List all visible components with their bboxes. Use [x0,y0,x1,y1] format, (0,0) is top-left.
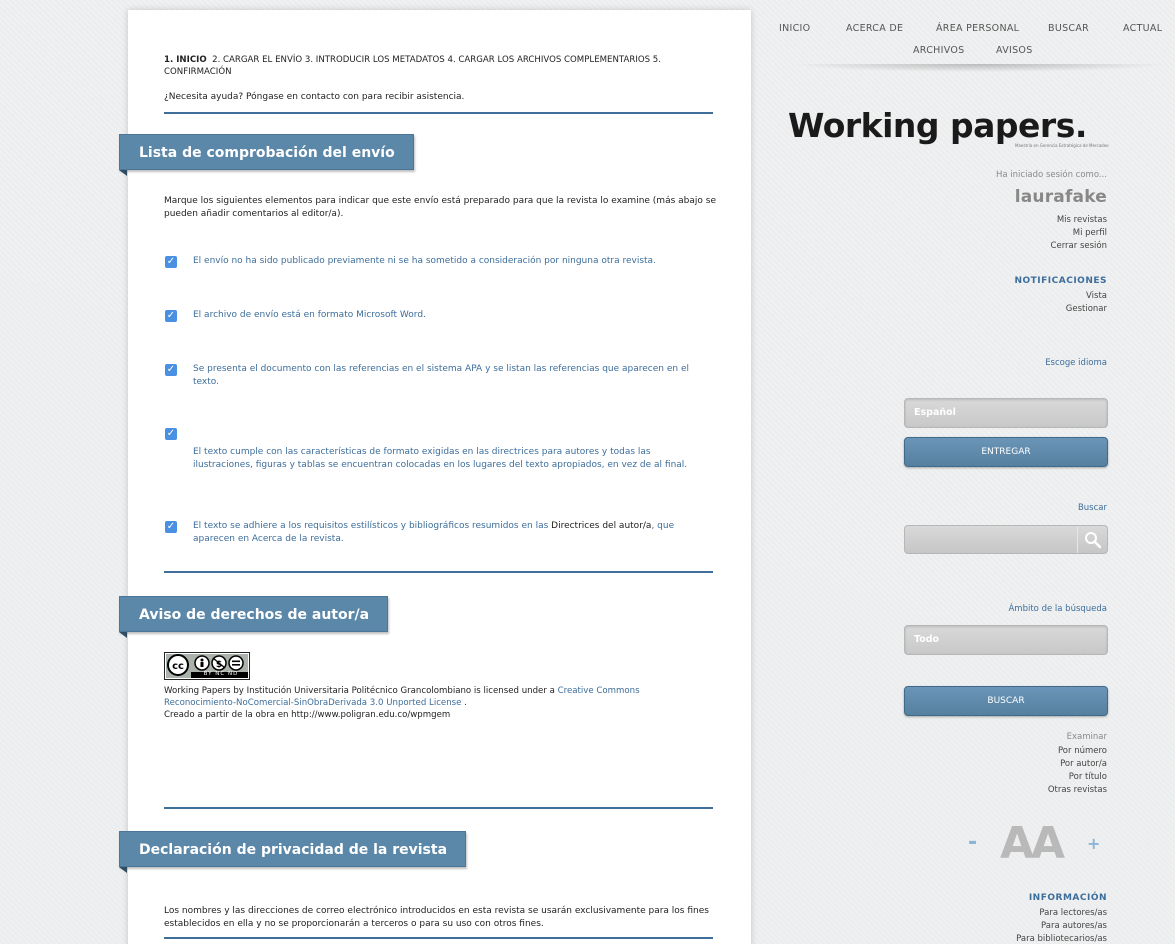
language-select[interactable]: Español [904,398,1108,428]
search-input[interactable] [904,525,1108,554]
nav-acerca[interactable]: ACERCA DE [846,23,903,34]
cc-badge-label: BY NC ND [203,671,239,677]
search-icon[interactable] [1077,526,1107,553]
language-submit-button[interactable]: ENTREGAR [904,437,1108,467]
author-guidelines-link[interactable]: Directrices del autor/a [551,521,651,531]
link-mis-revistas[interactable]: Mis revistas [1057,215,1107,225]
link-por-autor[interactable]: Por autor/a [1060,759,1107,769]
svg-text:cc: cc [172,661,184,672]
link-mi-perfil[interactable]: Mi perfil [1073,228,1107,238]
checklist-item-text: El texto cumple con las características … [193,447,688,470]
copyright-heading: Aviso de derechos de autor/a [119,596,389,638]
submission-steps: 1. INICIO 2. CARGAR EL ENVÍO 3. INTRODUC… [164,54,684,78]
checklist-heading: Lista de comprobación del envío [119,134,414,176]
journal-logo[interactable]: Working papers. [788,106,1087,145]
checklist-item-text: El texto se adhiere a los requisitos est… [193,521,675,544]
search-scope-select[interactable]: Todo [904,625,1108,655]
privacy-text: Los nombres y las direcciones de correo … [164,906,709,929]
checkbox-checked[interactable]: ✓ [165,428,177,440]
language-label: Escoge idioma [1045,358,1107,368]
link-cerrar-sesion[interactable]: Cerrar sesión [1051,241,1107,251]
divider [164,807,713,809]
divider [164,571,713,573]
link-notificaciones-vista[interactable]: Vista [1086,291,1107,301]
notifications-title: NOTIFICACIONES [1014,276,1107,286]
browse-title: Examinar [1066,732,1107,742]
link-para-autores[interactable]: Para autores/as [1041,921,1107,931]
checklist-item-text: El archivo de envío está en formato Micr… [193,310,426,320]
journal-logo-subtitle: Maestría en Gerencia Estratégica de Merc… [1015,143,1109,148]
font-decrease-button[interactable]: - [968,830,977,855]
step-current[interactable]: 1. INICIO [164,55,207,65]
font-size-icon: AA [1000,818,1065,869]
font-increase-button[interactable]: + [1087,834,1100,853]
license-name-link[interactable]: Reconocimiento-NoComercial-SinObraDeriva… [164,698,461,708]
nav-area-personal[interactable]: ÁREA PERSONAL [936,23,1019,34]
divider [164,937,713,939]
nav-avisos[interactable]: AVISOS [996,45,1033,56]
checkbox-checked[interactable]: ✓ [165,310,177,322]
search-submit-button[interactable]: BUSCAR [904,686,1108,716]
nav-inicio[interactable]: INICIO [779,23,810,34]
cc-license-badge[interactable]: cc $ BY NC ND [164,652,250,680]
link-para-lectores[interactable]: Para lectores/as [1039,908,1107,918]
info-title: INFORMACIÓN [1028,893,1107,903]
search-label: Buscar [1077,503,1107,513]
step-list[interactable]: 2. CARGAR EL ENVÍO 3. INTRODUCIR LOS MET… [164,55,661,77]
checkbox-checked[interactable]: ✓ [165,256,177,268]
username: laurafake [1014,187,1107,207]
license-text: Working Papers by Institución Universita… [164,686,640,720]
divider [164,112,713,114]
link-notificaciones-gestionar[interactable]: Gestionar [1066,304,1107,314]
link-para-bibliotecarios[interactable]: Para bibliotecarios/as [1016,934,1107,944]
checkbox-checked[interactable]: ✓ [165,364,177,376]
nav-divider-shadow [790,64,1170,72]
logged-in-label: Ha iniciado sesión como... [995,170,1107,180]
checkbox-checked[interactable]: ✓ [165,521,177,533]
link-otras-revistas[interactable]: Otras revistas [1048,785,1107,795]
search-scope-label: Ámbito de la búsqueda [1008,604,1107,614]
nav-actual[interactable]: ACTUAL [1123,23,1162,34]
privacy-heading: Declaración de privacidad de la revista [119,831,467,873]
checklist-item-text: Se presenta el documento con las referen… [193,364,690,387]
link-por-titulo[interactable]: Por título [1069,772,1107,782]
checklist-item-text: El envío no ha sido publicado previament… [193,256,656,266]
checklist-intro: Marque los siguientes elementos para ind… [164,196,716,219]
nav-archivos[interactable]: ARCHIVOS [913,45,964,56]
creative-commons-link[interactable]: Creative Commons [558,686,640,696]
link-por-numero[interactable]: Por número [1058,746,1107,756]
nav-buscar[interactable]: BUSCAR [1048,23,1089,34]
main-content-panel: 1. INICIO 2. CARGAR EL ENVÍO 3. INTRODUC… [119,10,751,944]
help-text: ¿Necesita ayuda? Póngase en contacto con… [164,92,465,102]
